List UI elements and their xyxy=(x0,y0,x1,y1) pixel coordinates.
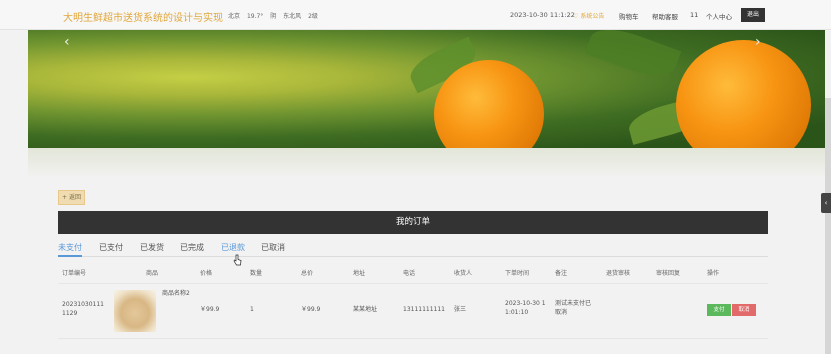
header-remark: 备注 xyxy=(555,270,568,277)
weather-wind: 东北风 xyxy=(283,13,302,20)
header-price: 价格 xyxy=(200,270,213,277)
leaf-decoration xyxy=(584,30,682,85)
table-header-divider xyxy=(58,283,768,284)
banner-carousel[interactable]: ‹ › xyxy=(28,30,825,148)
header-phone: 电话 xyxy=(403,270,416,277)
carousel-prev-icon[interactable]: ‹ xyxy=(64,34,70,50)
system-notice-label: 系统公告 xyxy=(580,13,605,20)
total-cell: ￥99.9 xyxy=(301,306,321,313)
weather-level: 2级 xyxy=(308,13,318,20)
header-order-time: 下单时间 xyxy=(505,270,530,277)
phone-cell: 13111111111 xyxy=(403,306,445,313)
header-receiver: 收货人 xyxy=(454,270,473,277)
top-navbar: 大明生鲜超市送货系统的设计与实现 北京 19.7° 阴 东北风 2级 2023-… xyxy=(0,0,831,30)
help-link[interactable]: 帮助客服 xyxy=(652,11,678,21)
system-notice-link[interactable]: ♡ 系统公告 xyxy=(573,11,604,20)
header-return-review: 退货审核 xyxy=(606,270,631,277)
side-toggle-icon[interactable]: ‹ xyxy=(821,193,831,213)
heart-icon: ♡ xyxy=(573,13,579,20)
remark-cell: 测试未支付已 取消 xyxy=(555,299,591,317)
header-quantity: 数量 xyxy=(250,270,263,277)
current-datetime: 2023-10-30 11:1:22 xyxy=(510,11,575,19)
header-review-reply: 审核回复 xyxy=(656,270,681,277)
header-actions: 操作 xyxy=(707,270,720,277)
carousel-next-icon[interactable]: › xyxy=(755,34,761,50)
cart-link[interactable]: 购物车 xyxy=(619,11,639,21)
cancel-order-button[interactable]: 取消 xyxy=(732,304,756,316)
price-cell: ￥99.9 xyxy=(200,306,220,313)
order-number-line1: 20231030111 xyxy=(62,301,104,308)
tab-cancelled[interactable]: 已取消 xyxy=(261,242,285,253)
banner-fade xyxy=(28,148,825,176)
header-address: 地址 xyxy=(353,270,366,277)
active-tab-indicator xyxy=(58,255,82,257)
user-center-link[interactable]: 个人中心 xyxy=(706,11,732,21)
weather-temp: 19.7° xyxy=(246,13,264,20)
remark-line1: 测试未支付已 xyxy=(555,300,592,307)
product-image[interactable] xyxy=(114,290,156,332)
tab-divider xyxy=(58,256,768,257)
address-cell: 某某地址 xyxy=(353,306,378,313)
site-title[interactable]: 大明生鲜超市送货系统的设计与实现 xyxy=(63,9,223,24)
header-order-no: 订单编号 xyxy=(62,270,87,277)
pay-button[interactable]: 支付 xyxy=(707,304,731,316)
weather-condition: 阴 xyxy=(270,13,277,20)
weather-city: 北京 xyxy=(228,13,241,20)
weather-widget: 北京 19.7° 阴 东北风 2级 xyxy=(228,11,323,20)
order-number-line2: 1129 xyxy=(62,310,78,317)
back-button[interactable]: + 返回 xyxy=(58,190,85,205)
header-product: 商品 xyxy=(146,270,159,277)
scrollbar-track[interactable] xyxy=(825,98,831,354)
order-time-line2: 1:01:10 xyxy=(505,309,529,316)
tab-shipped[interactable]: 已发货 xyxy=(140,242,164,253)
hand-cursor-icon xyxy=(233,254,242,266)
logout-button[interactable]: 退出 xyxy=(741,8,765,22)
order-number: 20231030111 1129 xyxy=(62,300,104,318)
orange-image xyxy=(676,40,811,148)
product-name[interactable]: 商品名称2 xyxy=(162,289,190,298)
order-time-line1: 2023-10-30 1 xyxy=(505,300,546,307)
receiver-cell: 张三 xyxy=(454,306,467,313)
header-total: 总价 xyxy=(301,270,314,277)
tab-paid[interactable]: 已支付 xyxy=(99,242,123,253)
remark-line2: 取消 xyxy=(555,309,568,316)
order-time-cell: 2023-10-30 1 1:01:10 xyxy=(505,299,546,317)
my-orders-title: 我的订单 xyxy=(58,211,768,234)
cart-count: 11 xyxy=(690,11,699,19)
quantity-cell: 1 xyxy=(250,306,254,313)
table-row-divider xyxy=(58,338,768,339)
tab-refunded[interactable]: 已退款 xyxy=(221,242,245,253)
tab-completed[interactable]: 已完成 xyxy=(180,242,204,253)
tab-unpaid[interactable]: 未支付 xyxy=(58,242,82,253)
